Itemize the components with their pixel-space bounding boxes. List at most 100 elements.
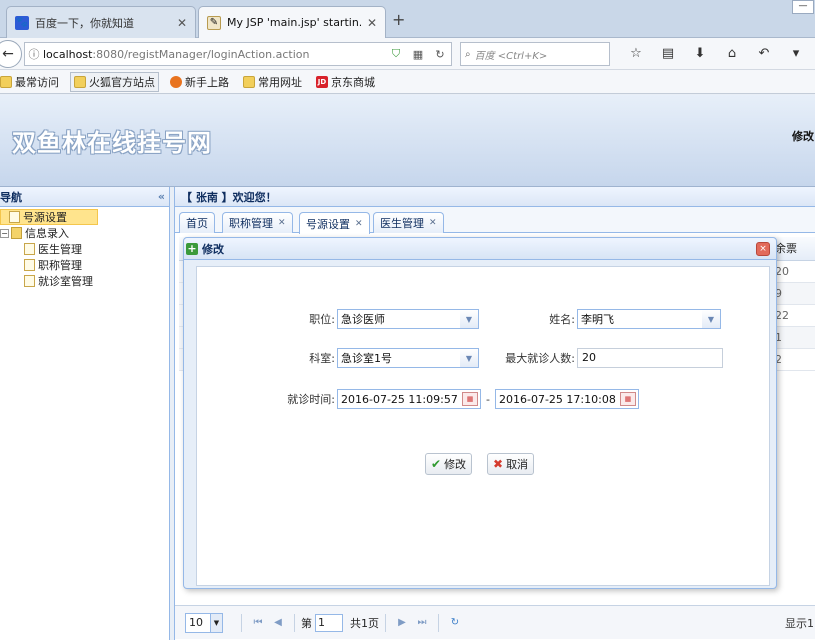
page-total: 共1页: [350, 616, 379, 630]
nav-panel-header: 导航 «: [0, 187, 169, 207]
tree-item-doctor[interactable]: 医生管理: [0, 241, 169, 257]
undo-icon[interactable]: ↶: [748, 46, 780, 61]
url-host: localhost: [43, 47, 93, 61]
last-page-icon[interactable]: ⏭: [412, 617, 432, 628]
table-cell: 22: [771, 305, 815, 327]
info-icon[interactable]: ⓘ: [25, 46, 43, 62]
chevron-down-icon: ▼: [460, 349, 478, 367]
browser-tab-main[interactable]: ✎ My JSP 'main.jsp' startin... ✕: [198, 6, 386, 38]
page-size-select[interactable]: 10 ▼: [185, 612, 223, 633]
nav-panel: 导航 « 号源设置 − 信息录入 医生管理 职称管理 就诊室管理: [0, 187, 170, 640]
time-separator: -: [486, 392, 490, 406]
collapse-toggle-icon[interactable]: −: [0, 228, 9, 238]
first-page-icon[interactable]: ⏮: [248, 617, 268, 628]
tab-schedule[interactable]: 号源设置 ✕: [299, 212, 370, 234]
close-icon[interactable]: ✕: [278, 218, 286, 228]
max-patients-input[interactable]: 20: [577, 348, 723, 368]
home-icon[interactable]: ⌂: [716, 46, 748, 61]
column-header[interactable]: 余票: [771, 237, 815, 261]
close-icon[interactable]: ✕: [177, 16, 187, 30]
bookmark-getting-started[interactable]: 新手上路: [167, 73, 232, 91]
tree-item-title[interactable]: 职称管理: [0, 257, 169, 273]
collapse-icon[interactable]: «: [158, 190, 165, 203]
url-path: :8080/registManager/loginAction.action: [92, 47, 310, 61]
calendar-icon[interactable]: ▦: [619, 392, 636, 406]
download-icon[interactable]: ⬇: [684, 46, 716, 61]
chevron-down-icon: ▼: [702, 310, 720, 328]
browser-nav-bar: ← ⓘ localhost:8080/registManager/loginAc…: [0, 38, 815, 70]
folder-icon: [11, 227, 22, 239]
page-label: 第: [301, 616, 312, 630]
dialog-title: 修改: [202, 242, 224, 256]
room-label: 科室:: [309, 352, 335, 365]
pagination-bar: 10 ▼ ⏮ ◀ 第 1 共1页 ▶ ⏭ ↻ 显示1: [175, 605, 815, 639]
back-button[interactable]: ←: [0, 40, 22, 68]
start-datetime-input[interactable]: 2016-07-25 11:09:57 ▦: [337, 389, 481, 409]
dialog-close-button[interactable]: ×: [756, 242, 770, 256]
tab-home[interactable]: 首页: [179, 212, 215, 233]
menu-chevron-icon[interactable]: ▾: [780, 46, 812, 61]
arrow-left-icon: ←: [2, 46, 14, 62]
tab-label: 号源设置: [306, 217, 350, 231]
chevron-down-icon: ▼: [210, 613, 222, 632]
tree-item-info-entry[interactable]: − 信息录入: [0, 225, 169, 241]
bookmark-most-visited[interactable]: 最常访问: [0, 73, 62, 91]
new-tab-button[interactable]: +: [392, 10, 405, 29]
dialog-form: 职位: 急诊医师 ▼ 姓名: 李明飞 ▼ 科室: 急诊室1号 ▼ 最大就诊人数:…: [196, 266, 770, 586]
reading-list-icon[interactable]: ▤: [652, 46, 684, 61]
tab-doctor-manage[interactable]: 医生管理 ✕: [373, 212, 444, 233]
close-icon[interactable]: ✕: [429, 218, 437, 228]
bookmark-common-sites[interactable]: 常用网址: [240, 73, 305, 91]
bookmark-firefox-official[interactable]: 火狐官方站点: [70, 71, 159, 92]
tree-item-schedule[interactable]: 号源设置: [0, 209, 98, 225]
tree-item-label: 号源设置: [23, 211, 67, 224]
nav-tree: 号源设置 − 信息录入 医生管理 职称管理 就诊室管理: [0, 207, 169, 289]
reload-icon[interactable]: ↻: [429, 48, 451, 61]
save-button[interactable]: ✔ 修改: [425, 453, 473, 475]
divider: [294, 613, 295, 632]
page-number-input[interactable]: 1: [315, 613, 343, 632]
search-input[interactable]: ⌕ 百度 <Ctrl+K>: [460, 42, 610, 66]
browser-tab-baidu[interactable]: 🐾 百度一下，你就知道 ✕: [6, 6, 196, 38]
nav-panel-title: 导航: [0, 190, 22, 204]
end-datetime-input[interactable]: 2016-07-25 17:10:08 ▦: [494, 389, 639, 409]
qr-code-icon[interactable]: ▦: [407, 48, 429, 61]
name-label: 姓名:: [549, 313, 575, 326]
window-minimize-button[interactable]: —: [792, 0, 814, 14]
file-icon: [24, 259, 35, 271]
edit-dialog: + 修改 × 职位: 急诊医师 ▼ 姓名: 李明飞 ▼ 科室: 急诊室1号 ▼: [183, 237, 777, 589]
cancel-button[interactable]: ✖ 取消: [487, 453, 535, 475]
tree-item-room[interactable]: 就诊室管理: [0, 273, 169, 289]
baidu-icon: 🐾: [15, 15, 29, 30]
checkmark-icon: ✔: [431, 457, 442, 471]
prev-page-icon[interactable]: ◀: [268, 617, 288, 628]
tab-label: 首页: [186, 217, 208, 230]
header-modify-link[interactable]: 修改: [792, 128, 814, 144]
name-row: 姓名: 李明飞 ▼: [527, 309, 721, 329]
address-bar[interactable]: ⓘ localhost:8080/registManager/loginActi…: [24, 42, 452, 66]
bookmark-star-icon[interactable]: ☆: [620, 46, 652, 61]
tab-title-manage[interactable]: 职称管理 ✕: [222, 212, 293, 233]
position-select[interactable]: 急诊医师 ▼: [337, 309, 479, 329]
browser-tab-title: 百度一下，你就知道: [35, 16, 134, 30]
page-icon: ✎: [207, 15, 221, 30]
position-row: 职位: 急诊医师 ▼: [291, 309, 479, 329]
folder-icon: [243, 75, 255, 88]
file-icon: [9, 211, 20, 223]
close-icon[interactable]: ✕: [367, 16, 377, 30]
search-icon: ⌕: [465, 48, 471, 60]
shield-icon[interactable]: ⛉: [385, 47, 407, 61]
calendar-icon[interactable]: ▦: [462, 392, 478, 406]
tab-label: 医生管理: [380, 217, 424, 230]
next-page-icon[interactable]: ▶: [392, 617, 412, 628]
bookmark-jd[interactable]: JD 京东商城: [313, 73, 378, 91]
bookmark-label: 常用网址: [258, 75, 302, 89]
close-icon[interactable]: ✕: [355, 219, 363, 229]
name-select[interactable]: 李明飞 ▼: [577, 309, 721, 329]
room-select[interactable]: 急诊室1号 ▼: [337, 348, 479, 368]
remaining-tickets-column: 余票 20 9 22 1 2: [771, 237, 815, 371]
room-value: 急诊室1号: [341, 352, 392, 365]
refresh-icon[interactable]: ↻: [445, 617, 465, 628]
tree-item-label: 信息录入: [25, 227, 69, 240]
divider: [438, 613, 439, 632]
